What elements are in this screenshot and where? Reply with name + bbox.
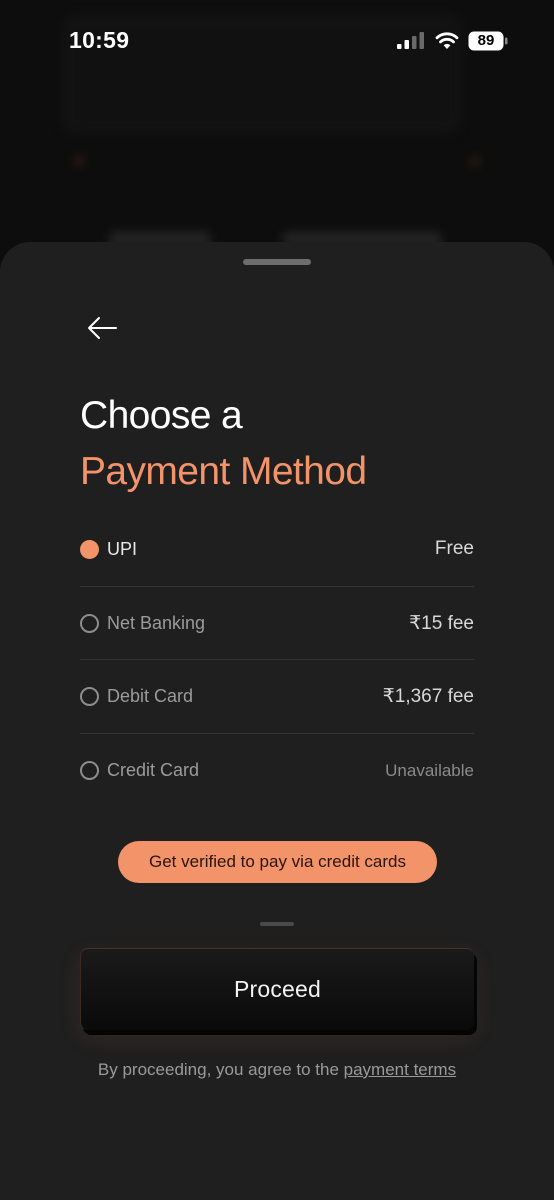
- back-button[interactable]: [82, 310, 122, 346]
- divider: [260, 922, 294, 926]
- radio-unselected-icon[interactable]: [80, 613, 99, 633]
- battery-level: 89: [477, 32, 495, 49]
- payment-option-fee: Free: [434, 538, 474, 559]
- page-title-accent: Payment Method: [80, 450, 367, 493]
- radio-unselected-icon[interactable]: [80, 687, 99, 706]
- payment-option-fee: ₹15 fee: [409, 612, 474, 634]
- payment-option-label: Net Banking: [107, 612, 206, 633]
- status-time: 10:59: [69, 27, 130, 53]
- wifi-icon: [435, 32, 459, 49]
- arrow-left-icon: [88, 317, 117, 339]
- payment-option-fee: ₹1,367 fee: [382, 686, 474, 707]
- payment-option-label: UPI: [107, 539, 138, 559]
- screen: 10:59 89 Choose a Payment Method UPI Fre…: [0, 0, 554, 1200]
- payment-option-label: Credit Card: [107, 759, 200, 780]
- cellular-signal-icon: [397, 32, 424, 49]
- terms-text: By proceeding, you agree to the: [97, 1060, 344, 1079]
- payment-option-credit-card[interactable]: Credit Card Unavailable: [80, 734, 474, 808]
- terms-notice: By proceeding, you agree to the payment …: [0, 1060, 554, 1080]
- payment-terms-link[interactable]: payment terms: [344, 1060, 456, 1079]
- radio-selected-icon[interactable]: [80, 540, 99, 559]
- payment-option-upi[interactable]: UPI Free: [80, 513, 474, 587]
- get-verified-button[interactable]: Get verified to pay via credit cards: [118, 841, 437, 883]
- payment-method-list: UPI Free Net Banking ₹15 fee Debit Card …: [80, 513, 474, 807]
- page-title: Choose a: [80, 394, 243, 437]
- status-bar: 10:59 89: [0, 0, 554, 84]
- radio-unselected-icon[interactable]: [80, 760, 99, 780]
- payment-option-debit-card[interactable]: Debit Card ₹1,367 fee: [80, 660, 474, 734]
- background-dot: [74, 156, 84, 166]
- payment-option-label: Debit Card: [107, 686, 194, 706]
- proceed-button[interactable]: Proceed: [80, 948, 474, 1030]
- proceed-button-label: Proceed: [233, 976, 322, 1002]
- payment-method-sheet: Choose a Payment Method UPI Free Net Ban…: [0, 242, 554, 1200]
- payment-option-fee: Unavailable: [385, 760, 474, 780]
- background-dot: [470, 156, 480, 166]
- sheet-grabber[interactable]: [243, 259, 311, 265]
- payment-option-net-banking[interactable]: Net Banking ₹15 fee: [80, 587, 474, 660]
